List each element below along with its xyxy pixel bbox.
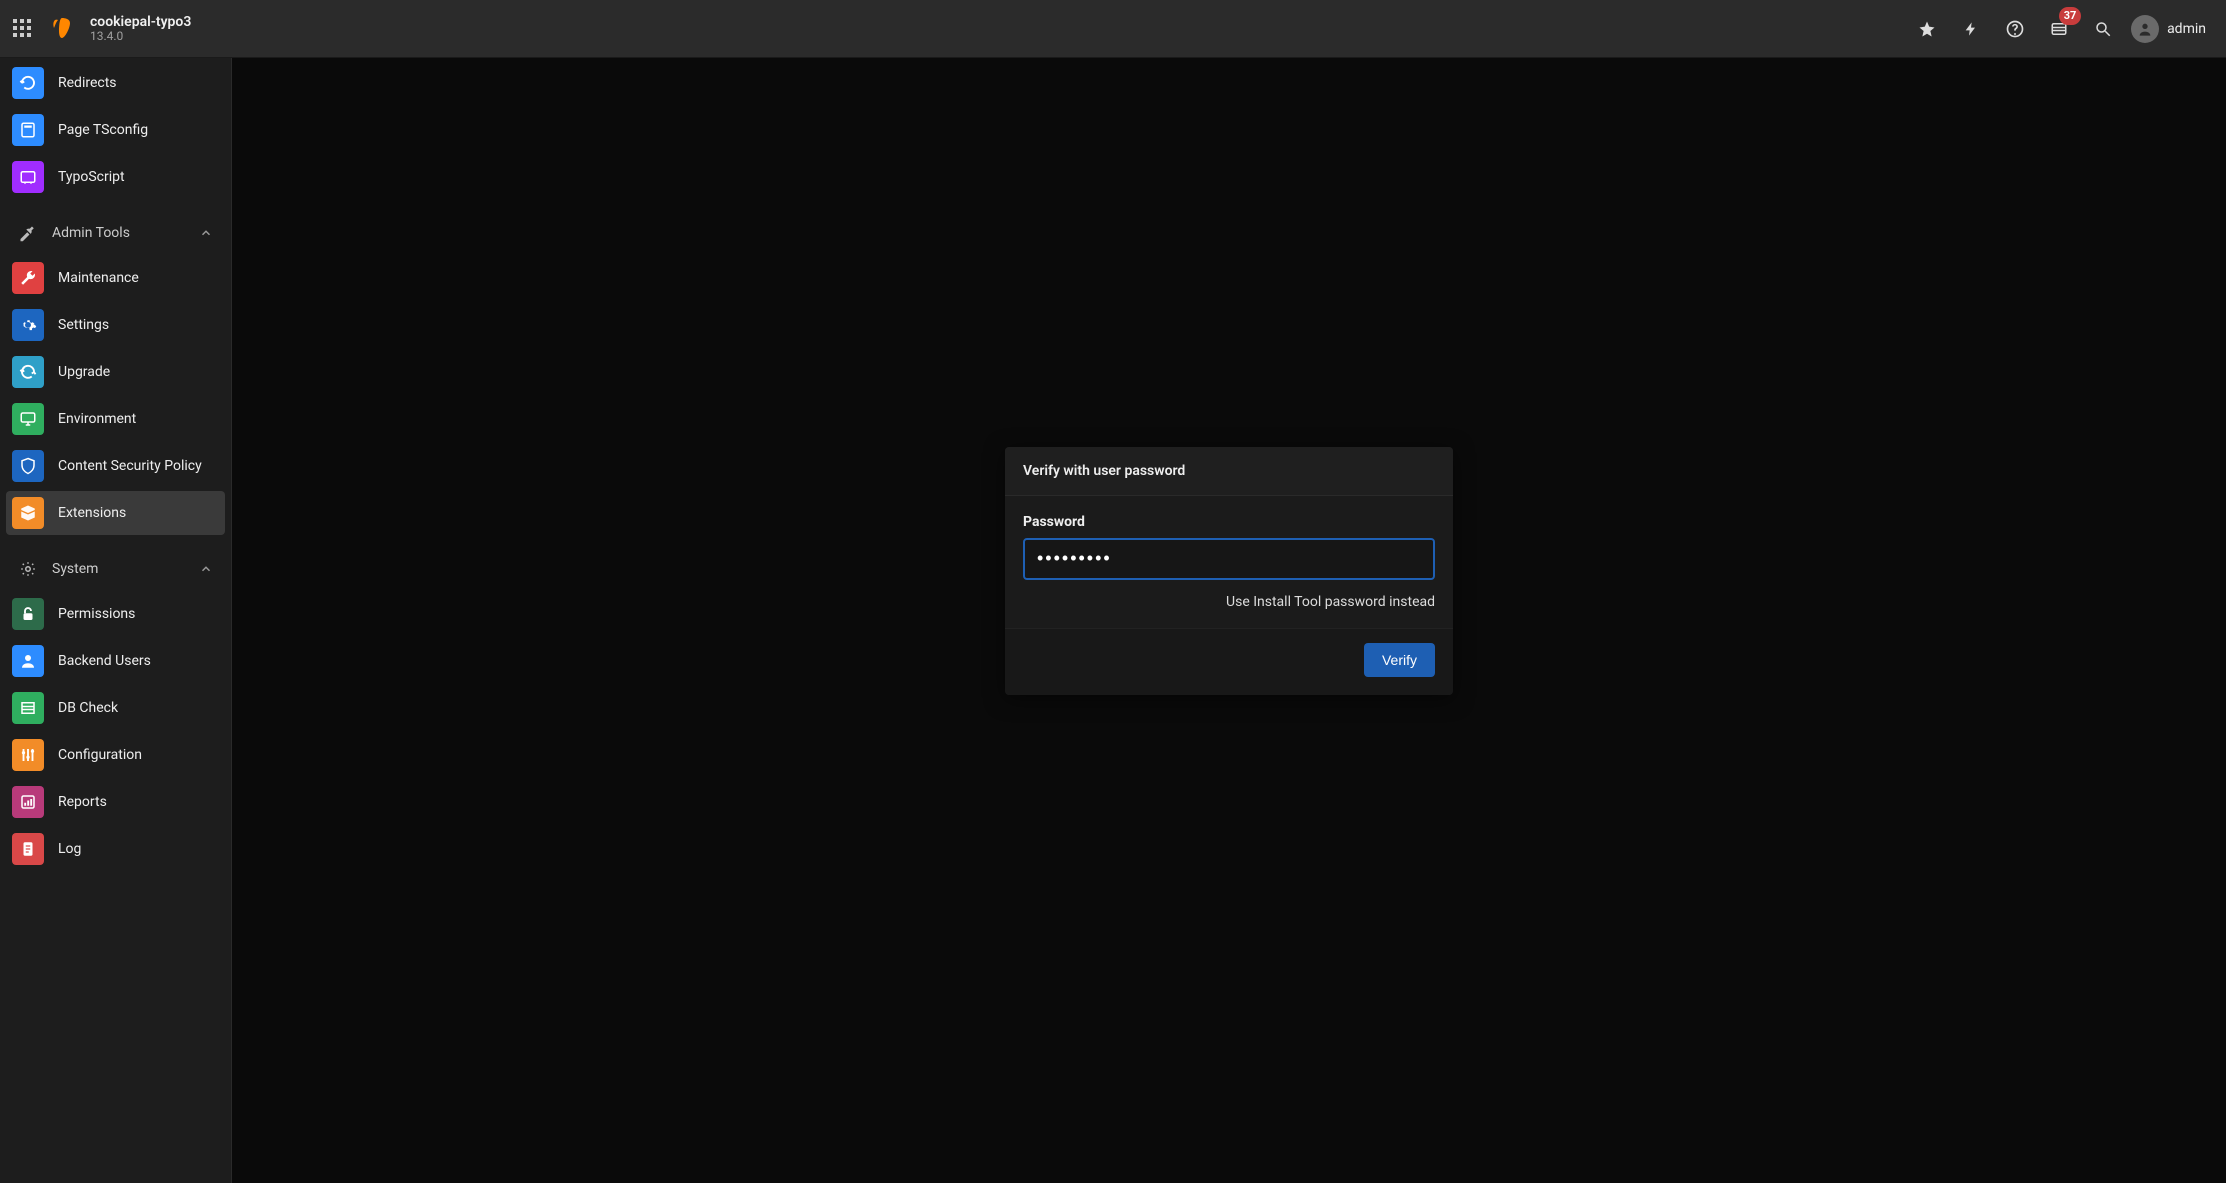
sidebar-item-maintenance[interactable]: Maintenance [6, 256, 225, 300]
user-icon [12, 645, 44, 677]
sidebar-item-redirects[interactable]: Redirects [6, 61, 225, 105]
notifications-button[interactable]: 37 [2039, 9, 2079, 49]
sidebar-group-label: Admin Tools [52, 225, 185, 241]
gear-icon [12, 309, 44, 341]
sidebar-item-typoscript[interactable]: TypoScript [6, 155, 225, 199]
sliders-icon [12, 739, 44, 771]
sidebar-item-log[interactable]: Log [6, 827, 225, 871]
notifications-badge: 37 [2059, 7, 2081, 25]
verify-password-card: Verify with user password Password Use I… [1005, 447, 1453, 695]
typoscript-icon [12, 161, 44, 193]
sidebar-item-upgrade[interactable]: Upgrade [6, 350, 225, 394]
apps-grid-icon[interactable] [8, 14, 36, 42]
bookmark-button[interactable] [1907, 9, 1947, 49]
monitor-icon [12, 403, 44, 435]
sidebar-item-label: DB Check [58, 700, 118, 716]
sidebar: Redirects Page TSconfig TypoScript Admi [0, 58, 232, 1183]
sidebar-item-label: Log [58, 841, 81, 857]
sidebar-item-label: Environment [58, 411, 136, 427]
version-label: 13.4.0 [90, 30, 191, 44]
sidebar-item-extensions[interactable]: Extensions [6, 491, 225, 535]
sidebar-item-csp[interactable]: Content Security Policy [6, 444, 225, 488]
chevron-up-icon [199, 562, 213, 576]
sidebar-item-reports[interactable]: Reports [6, 780, 225, 824]
avatar-icon [2131, 15, 2159, 43]
sidebar-item-label: Reports [58, 794, 107, 810]
admin-tools-icon [18, 223, 38, 243]
lock-icon [12, 598, 44, 630]
sidebar-group-admin-tools[interactable]: Admin Tools [6, 213, 225, 253]
page-tsconfig-icon [12, 114, 44, 146]
sidebar-item-label: Extensions [58, 505, 126, 521]
sidebar-item-configuration[interactable]: Configuration [6, 733, 225, 777]
sidebar-item-db-check[interactable]: DB Check [6, 686, 225, 730]
sidebar-item-label: Maintenance [58, 270, 139, 286]
search-button[interactable] [2083, 9, 2123, 49]
document-icon [12, 833, 44, 865]
sidebar-item-label: Backend Users [58, 653, 151, 669]
sidebar-item-label: Configuration [58, 747, 142, 763]
verify-button[interactable]: Verify [1364, 643, 1435, 677]
wrench-icon [12, 262, 44, 294]
topbar: cookiepal-typo3 13.4.0 37 admin [0, 0, 2226, 58]
sidebar-item-label: Page TSconfig [58, 122, 148, 138]
sidebar-item-backend-users[interactable]: Backend Users [6, 639, 225, 683]
typo3-logo-icon [48, 14, 76, 42]
help-button[interactable] [1995, 9, 2035, 49]
shield-icon [12, 450, 44, 482]
site-title: cookiepal-typo3 [90, 14, 191, 30]
use-install-tool-link[interactable]: Use Install Tool password instead [1023, 594, 1435, 610]
box-icon [12, 497, 44, 529]
sidebar-item-label: Permissions [58, 606, 135, 622]
sidebar-group-label: System [52, 561, 185, 577]
system-gear-icon [18, 559, 38, 579]
sync-icon [12, 356, 44, 388]
password-label: Password [1023, 514, 1435, 530]
sidebar-item-label: Settings [58, 317, 109, 333]
flash-button[interactable] [1951, 9, 1991, 49]
sidebar-item-label: Redirects [58, 75, 117, 91]
sidebar-group-system[interactable]: System [6, 549, 225, 589]
chevron-up-icon [199, 226, 213, 240]
verify-title: Verify with user password [1005, 447, 1453, 496]
sidebar-item-settings[interactable]: Settings [6, 303, 225, 347]
user-menu[interactable]: admin [2127, 9, 2214, 49]
main-content: Verify with user password Password Use I… [232, 58, 2226, 1183]
sidebar-item-environment[interactable]: Environment [6, 397, 225, 441]
table-icon [12, 692, 44, 724]
sidebar-item-label: Upgrade [58, 364, 110, 380]
redirect-icon [12, 67, 44, 99]
sidebar-item-permissions[interactable]: Permissions [6, 592, 225, 636]
password-input[interactable] [1023, 538, 1435, 580]
sidebar-item-label: Content Security Policy [58, 458, 202, 474]
sidebar-item-page-tsconfig[interactable]: Page TSconfig [6, 108, 225, 152]
sidebar-item-label: TypoScript [58, 169, 125, 185]
username-label: admin [2167, 21, 2206, 37]
chart-icon [12, 786, 44, 818]
